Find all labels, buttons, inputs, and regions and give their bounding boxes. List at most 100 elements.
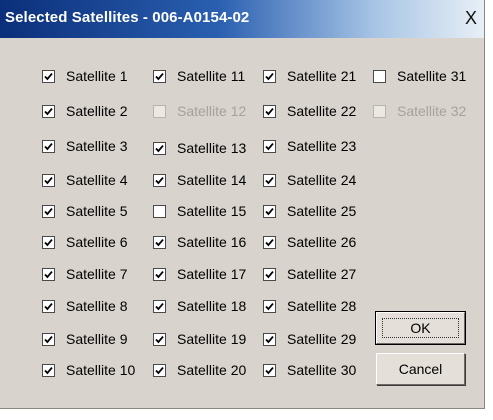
satellite-8-label: Satellite 8 <box>66 298 128 314</box>
satellite-21-checkbox[interactable]: Satellite 21 <box>263 66 356 86</box>
satellite-28-label: Satellite 28 <box>287 298 357 314</box>
satellite-3-checkbox[interactable]: Satellite 3 <box>42 136 127 156</box>
checkbox-unchecked-icon <box>153 104 166 118</box>
checkbox-checked-icon[interactable] <box>153 267 166 281</box>
satellite-16-label: Satellite 16 <box>177 234 247 250</box>
checkbox-checked-icon[interactable] <box>263 69 276 83</box>
checkbox-checked-icon[interactable] <box>42 299 55 313</box>
checkbox-checked-icon[interactable] <box>263 104 276 118</box>
satellite-7-label: Satellite 7 <box>66 266 128 282</box>
checkbox-checked-icon[interactable] <box>42 173 55 187</box>
satellite-6-checkbox[interactable]: Satellite 6 <box>42 232 127 252</box>
satellite-30-checkbox[interactable]: Satellite 30 <box>263 360 356 380</box>
checkbox-checked-icon[interactable] <box>42 363 55 377</box>
satellite-4-checkbox[interactable]: Satellite 4 <box>42 170 127 190</box>
satellite-27-label: Satellite 27 <box>287 266 357 282</box>
checkbox-checked-icon[interactable] <box>153 332 166 346</box>
checkbox-checked-icon[interactable] <box>263 299 276 313</box>
checkbox-checked-icon[interactable] <box>153 363 166 377</box>
checkbox-checked-icon[interactable] <box>42 69 55 83</box>
satellite-30-label: Satellite 30 <box>287 362 357 378</box>
checkbox-checked-icon[interactable] <box>263 363 276 377</box>
satellite-29-checkbox[interactable]: Satellite 29 <box>263 329 356 349</box>
satellite-25-checkbox[interactable]: Satellite 25 <box>263 201 356 221</box>
satellite-10-checkbox[interactable]: Satellite 10 <box>42 360 135 380</box>
satellite-28-checkbox[interactable]: Satellite 28 <box>263 296 356 316</box>
checkbox-unchecked-icon <box>373 104 386 118</box>
satellite-2-checkbox[interactable]: Satellite 2 <box>42 101 127 121</box>
checkbox-checked-icon[interactable] <box>42 139 55 153</box>
checkbox-checked-icon[interactable] <box>153 173 166 187</box>
checkbox-unchecked-icon[interactable] <box>373 69 386 83</box>
satellite-29-label: Satellite 29 <box>287 331 357 347</box>
satellite-9-label: Satellite 9 <box>66 331 128 347</box>
cancel-button-label: Cancel <box>398 361 443 377</box>
satellite-31-checkbox[interactable]: Satellite 31 <box>373 66 466 86</box>
satellite-15-checkbox[interactable]: Satellite 15 <box>153 201 246 221</box>
satellite-15-label: Satellite 15 <box>177 203 247 219</box>
checkbox-checked-icon[interactable] <box>42 332 55 346</box>
satellite-25-label: Satellite 25 <box>287 203 357 219</box>
close-button[interactable]: X <box>461 8 481 28</box>
cancel-button[interactable]: Cancel <box>376 353 465 385</box>
checkbox-checked-icon[interactable] <box>263 173 276 187</box>
satellite-13-label: Satellite 13 <box>177 140 247 156</box>
satellite-26-label: Satellite 26 <box>287 234 357 250</box>
satellite-7-checkbox[interactable]: Satellite 7 <box>42 264 127 284</box>
satellite-19-checkbox[interactable]: Satellite 19 <box>153 329 246 349</box>
satellite-31-label: Satellite 31 <box>397 68 467 84</box>
satellite-17-label: Satellite 17 <box>177 266 247 282</box>
satellite-11-label: Satellite 11 <box>177 68 246 84</box>
checkbox-checked-icon[interactable] <box>42 204 55 218</box>
satellite-22-checkbox[interactable]: Satellite 22 <box>263 101 356 121</box>
satellite-18-label: Satellite 18 <box>177 298 247 314</box>
satellite-5-label: Satellite 5 <box>66 203 128 219</box>
checkbox-unchecked-icon[interactable] <box>153 204 166 218</box>
checkbox-checked-icon[interactable] <box>153 299 166 313</box>
satellite-1-label: Satellite 1 <box>66 68 128 84</box>
satellite-17-checkbox[interactable]: Satellite 17 <box>153 264 246 284</box>
satellite-26-checkbox[interactable]: Satellite 26 <box>263 232 356 252</box>
satellite-14-checkbox[interactable]: Satellite 14 <box>153 170 246 190</box>
satellite-22-label: Satellite 22 <box>287 103 357 119</box>
satellite-27-checkbox[interactable]: Satellite 27 <box>263 264 356 284</box>
satellite-2-label: Satellite 2 <box>66 103 128 119</box>
ok-button-label: OK <box>410 320 431 336</box>
satellite-18-checkbox[interactable]: Satellite 18 <box>153 296 246 316</box>
satellite-10-label: Satellite 10 <box>66 362 136 378</box>
satellite-24-checkbox[interactable]: Satellite 24 <box>263 170 356 190</box>
checkbox-checked-icon[interactable] <box>153 235 166 249</box>
satellite-5-checkbox[interactable]: Satellite 5 <box>42 201 127 221</box>
checkbox-checked-icon[interactable] <box>263 267 276 281</box>
satellite-16-checkbox[interactable]: Satellite 16 <box>153 232 246 252</box>
title-bar: Selected Satellites - 006-A0154-02 X <box>0 0 484 38</box>
satellite-21-label: Satellite 21 <box>287 68 357 84</box>
satellite-24-label: Satellite 24 <box>287 172 357 188</box>
satellite-11-checkbox[interactable]: Satellite 11 <box>153 66 245 86</box>
satellite-6-label: Satellite 6 <box>66 234 128 250</box>
checkbox-checked-icon[interactable] <box>42 104 55 118</box>
satellite-20-checkbox[interactable]: Satellite 20 <box>153 360 246 380</box>
satellite-3-label: Satellite 3 <box>66 138 128 154</box>
satellite-4-label: Satellite 4 <box>66 172 128 188</box>
satellite-13-checkbox[interactable]: Satellite 13 <box>153 138 246 158</box>
checkbox-checked-icon[interactable] <box>263 332 276 346</box>
satellite-9-checkbox[interactable]: Satellite 9 <box>42 329 127 349</box>
checkbox-checked-icon[interactable] <box>42 235 55 249</box>
checkbox-checked-icon[interactable] <box>153 69 166 83</box>
ok-button[interactable]: OK <box>375 311 466 345</box>
checkbox-checked-icon[interactable] <box>263 139 276 153</box>
checkbox-checked-icon[interactable] <box>42 267 55 281</box>
satellite-32-label: Satellite 32 <box>397 103 467 119</box>
satellite-23-label: Satellite 23 <box>287 138 357 154</box>
checkbox-checked-icon[interactable] <box>263 235 276 249</box>
window-title: Selected Satellites - 006-A0154-02 <box>5 9 250 26</box>
satellite-1-checkbox[interactable]: Satellite 1 <box>42 66 127 86</box>
satellite-20-label: Satellite 20 <box>177 362 247 378</box>
satellite-19-label: Satellite 19 <box>177 331 247 347</box>
selected-satellites-dialog: Selected Satellites - 006-A0154-02 X Sat… <box>0 0 485 409</box>
satellite-8-checkbox[interactable]: Satellite 8 <box>42 296 127 316</box>
checkbox-checked-icon[interactable] <box>153 141 166 155</box>
satellite-23-checkbox[interactable]: Satellite 23 <box>263 136 356 156</box>
checkbox-checked-icon[interactable] <box>263 204 276 218</box>
